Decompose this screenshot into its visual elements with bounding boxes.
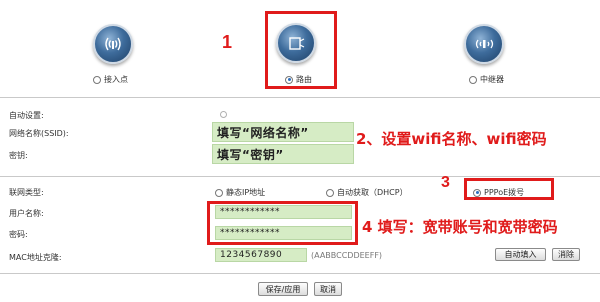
access-point-icon[interactable] [93, 24, 133, 64]
wan-radio-dhcp[interactable]: 自动获取（DHCP） [326, 187, 408, 198]
radio-dot [215, 188, 223, 197]
cancel-button[interactable]: 取消 [314, 282, 342, 296]
step-1-label: 1 [222, 32, 233, 52]
clear-button[interactable]: 消除 [552, 248, 580, 261]
auto-fill-button[interactable]: 自动填入 [495, 248, 546, 261]
divider [0, 176, 600, 177]
auto-setup-toggle[interactable] [220, 111, 227, 118]
mode-label-repeater: 中继器 [480, 75, 504, 84]
radio-dot [326, 188, 334, 197]
divider [0, 273, 600, 274]
router-highlight-frame [265, 11, 337, 89]
pppoe-password-label: 密码: [9, 230, 28, 239]
step-4-label: 4 填写：宽带账号和宽带密码 [362, 218, 558, 236]
credentials-highlight-frame [207, 201, 358, 245]
auto-setup-label: 自动设置: [9, 111, 44, 120]
radio-dot [469, 75, 477, 84]
mac-clone-label: MAC地址克隆: [9, 253, 62, 262]
wifi-password-label: 密钥: [9, 151, 28, 160]
username-label: 用户名称: [9, 209, 44, 218]
save-apply-button[interactable]: 保存/应用 [258, 282, 308, 296]
ssid-label: 网络名称(SSID): [9, 129, 69, 138]
step-3-label: 3 [441, 174, 450, 191]
mac-format-hint: (AABBCCDDEEFF) [311, 251, 383, 260]
mode-label-access-point: 接入点 [104, 75, 128, 84]
mode-radio-access-point[interactable]: 接入点 [93, 74, 128, 85]
wan-option-static-ip: 静态IP地址 [226, 188, 266, 197]
step-2-label: 2、设置wifi名称、wifi密码 [356, 130, 547, 148]
wan-radio-static-ip[interactable]: 静态IP地址 [215, 187, 265, 198]
pppoe-highlight-frame [464, 178, 554, 200]
mac-clone-input[interactable]: 1234567890 [215, 248, 307, 262]
wan-type-label: 联网类型: [9, 188, 44, 197]
wifi-password-input[interactable]: 填写“密钥” [212, 144, 354, 164]
repeater-icon[interactable] [464, 24, 504, 64]
ssid-input[interactable]: 填写“网络名称” [212, 122, 354, 142]
mode-radio-repeater[interactable]: 中继器 [469, 74, 504, 85]
radio-dot [93, 75, 101, 84]
divider [0, 97, 600, 98]
wan-option-dhcp: 自动获取（DHCP） [337, 188, 408, 197]
